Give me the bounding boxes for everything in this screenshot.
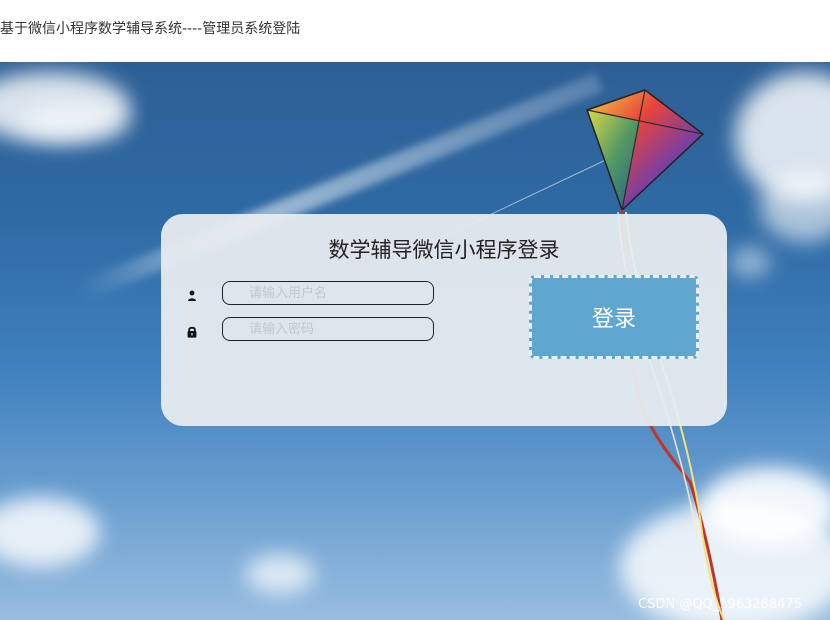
password-row [186,317,441,345]
password-input[interactable] [222,317,434,341]
login-card: 数学辅导微信小程序登录 登录 [161,214,727,426]
username-input[interactable] [222,281,434,305]
page-title: 基于微信小程序数学辅导系统----管理员系统登陆 [0,21,301,37]
login-button[interactable]: 登录 [529,275,699,359]
login-title: 数学辅导微信小程序登录 [328,238,560,262]
lock-icon [186,324,198,338]
watermark: CSDN @QQ_1963288475 [638,597,802,612]
username-row [186,281,441,309]
user-icon [186,288,198,302]
